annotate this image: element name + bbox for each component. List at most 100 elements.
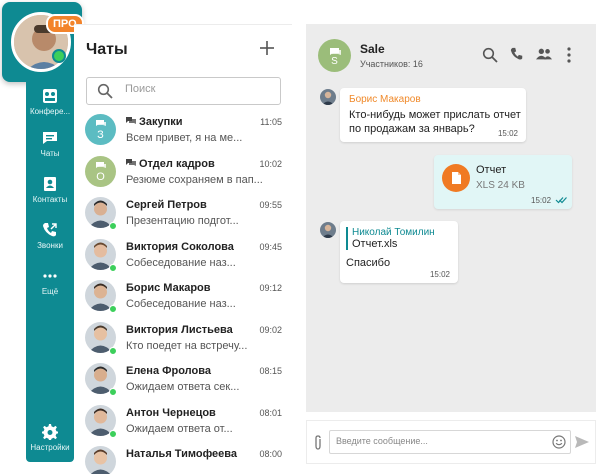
send-icon[interactable] — [575, 435, 589, 449]
chat-name: Отдел кадров — [126, 158, 215, 170]
chat-name-text: Закупки — [139, 116, 183, 128]
chat-preview: Собеседование наз... — [126, 298, 236, 310]
nav-item-settings[interactable]: Настройки — [26, 424, 74, 453]
chat-time: 10:02 — [259, 158, 282, 169]
paperclip-icon[interactable] — [313, 435, 323, 451]
chat-avatar-letter: З — [97, 129, 104, 141]
chat-time: 11:05 — [260, 117, 282, 127]
group-avatar: S — [318, 39, 351, 72]
message-input-box[interactable] — [329, 430, 571, 454]
nav-item-contacts[interactable]: Контакты — [26, 176, 74, 205]
file-message[interactable]: Отчет XLS 24 KB 15:02 — [434, 155, 572, 209]
chat-list-item[interactable]: Виктория Листьева 09:02 Кто поедет на встр… — [74, 319, 292, 360]
nav-label: Настройки — [30, 443, 70, 452]
chat-preview: Собеседование наз... — [126, 256, 236, 269]
chat-avatar: З — [85, 114, 116, 145]
contacts-icon — [44, 177, 56, 191]
chat-bubble-icon — [43, 132, 57, 144]
more-vertical-icon[interactable] — [567, 47, 571, 63]
phone-icon — [43, 223, 57, 237]
message-input[interactable] — [336, 436, 544, 446]
message-text: Спасибо — [346, 257, 391, 269]
chat-list-item[interactable]: Виктория Соколова 09:45 Собеседование наз.… — [74, 236, 292, 277]
search-icon[interactable] — [482, 47, 498, 63]
group-chat-icon — [96, 120, 106, 126]
conversation-panel: S Sale Участников: 16 Борис Макаров Кто-… — [306, 24, 596, 412]
chat-time: 09:02 — [259, 324, 282, 335]
chat-preview: Ожидаем ответа сек... — [126, 381, 240, 393]
new-chat-button[interactable] — [260, 37, 274, 59]
nav-item-calls[interactable]: Звонки — [26, 222, 74, 251]
nav-label: Конфере... — [29, 107, 71, 116]
chat-name: Сергей Петров — [126, 199, 207, 211]
profile-card[interactable]: ПРО — [2, 2, 84, 82]
message-bubble[interactable]: Николай Томилин Отчет.xls Спасибо 15:02 — [340, 221, 458, 283]
nav-item-more[interactable]: Ещё — [26, 268, 74, 297]
nav-label: Звонки — [37, 241, 63, 250]
message-bubble[interactable]: Борис Макаров Кто-нибудь может прислать … — [340, 88, 526, 142]
conversation-header: S Sale Участников: 16 — [306, 24, 596, 82]
file-name: Отчет — [476, 164, 507, 176]
chat-name: Закупки — [126, 116, 183, 128]
conference-icon — [43, 89, 57, 103]
chat-list-item[interactable]: О Отдел кадров 10:02 Резюме сохраняем в пап… — [74, 153, 292, 194]
chat-list-item[interactable]: З Закупки 11:05 Всем привет, я на ме... — [74, 111, 292, 152]
nav-label: Чаты — [40, 149, 60, 158]
chat-time: 08:01 — [259, 407, 282, 418]
online-indicator — [109, 388, 117, 396]
read-check-icon — [555, 197, 567, 204]
sender-avatar — [320, 222, 336, 238]
chat-name-text: Елена Фролова — [126, 365, 211, 377]
chat-name: Виктория Соколова — [126, 241, 234, 253]
message-text: Кто-нибудь может прислать отчет по прода… — [349, 109, 521, 135]
chat-preview: Всем привет, я на ме... — [126, 132, 243, 144]
message-time: 15:02 — [531, 196, 552, 205]
chat-name-text: Отдел кадров — [139, 157, 215, 170]
plus-icon — [260, 41, 274, 55]
group-chat-icon — [126, 117, 136, 124]
group-chat-icon — [126, 158, 136, 166]
file-meta: XLS 24 KB — [476, 180, 525, 191]
chat-list-item[interactable]: Борис Макаров 09:12 Собеседование наз... — [74, 277, 292, 318]
reply-quote[interactable]: Николай Томилин Отчет.xls — [346, 227, 435, 250]
quote-text: Отчет.xls — [352, 238, 398, 250]
document-icon — [452, 172, 461, 184]
chat-preview: Кто поедет на встречу... — [126, 339, 248, 352]
online-indicator — [109, 305, 117, 313]
nav-item-chats[interactable]: Чаты — [26, 130, 74, 159]
chat-name-text: Виктория Листьева — [126, 323, 233, 336]
group-avatar-letter: S — [331, 56, 338, 67]
message-time: 15:02 — [497, 129, 518, 138]
chat-time: 09:55 — [259, 200, 282, 210]
chat-time: 08:15 — [259, 366, 282, 376]
group-chat-icon — [96, 161, 106, 168]
chat-time: 09:12 — [259, 283, 282, 293]
message-composer — [306, 420, 596, 464]
chat-name: Елена Фролова — [126, 365, 211, 377]
nav-item-conferences[interactable]: Конфере... — [26, 88, 74, 117]
chat-name-text: Наталья Тимофеева — [126, 448, 238, 460]
chat-list-item[interactable]: Сергей Петров 09:55 Презентацию подгот... — [74, 194, 292, 235]
online-indicator — [109, 346, 117, 355]
phone-icon[interactable] — [510, 47, 524, 61]
online-indicator — [109, 263, 117, 272]
nav-label: Контакты — [32, 195, 68, 204]
chat-list-item[interactable]: Елена Фролова 08:15 Ожидаем ответа сек... — [74, 360, 292, 401]
chat-list-item[interactable]: Антон Чернецов 08:01 Ожидаем ответа от... — [74, 402, 292, 443]
chat-preview: Презентацию подгот... — [126, 215, 239, 227]
chat-name: Антон Чернецов — [126, 407, 216, 419]
participants-icon[interactable] — [536, 47, 552, 61]
search-box[interactable] — [86, 77, 281, 105]
file-badge — [442, 164, 470, 192]
chat-avatar — [85, 446, 116, 474]
chat-time: 09:45 — [259, 241, 282, 252]
chat-name: Виктория Листьева — [126, 324, 233, 336]
online-indicator — [52, 49, 66, 63]
chat-time: 08:00 — [259, 449, 282, 459]
chat-list-item[interactable]: Наталья Тимофеева 08:00 — [74, 443, 292, 474]
emoji-icon[interactable] — [552, 435, 566, 449]
sender-avatar — [320, 89, 336, 105]
chat-list-title: Чаты — [86, 41, 128, 58]
search-input[interactable] — [125, 83, 275, 95]
chat-avatar-letter: О — [96, 170, 105, 183]
